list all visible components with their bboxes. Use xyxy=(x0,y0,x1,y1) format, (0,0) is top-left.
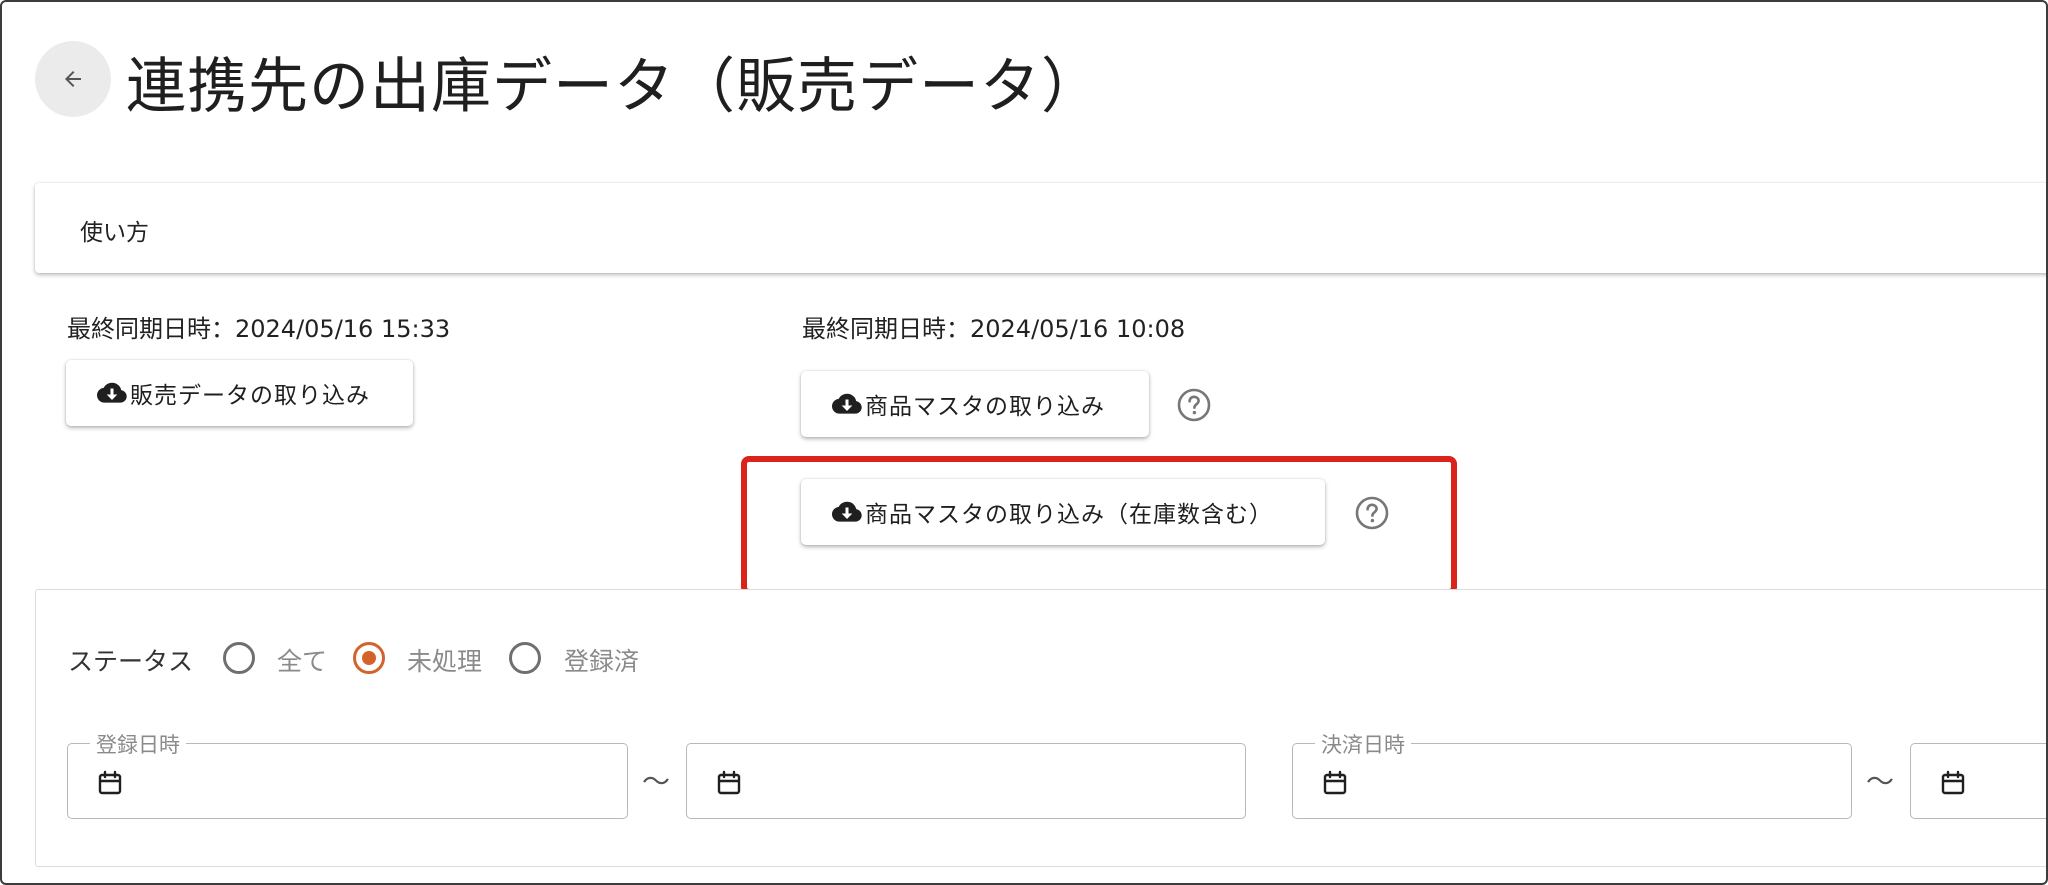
import-sales-button[interactable]: 販売データの取り込み xyxy=(66,360,413,426)
status-radio-registered[interactable] xyxy=(509,642,541,674)
arrow-left-icon xyxy=(65,71,81,87)
import-product-master-stock-label: 商品マスタの取り込み（在庫数含む） xyxy=(865,502,1273,528)
last-sync-products: 最終同期日時：2024/05/16 10:08 xyxy=(802,315,1186,343)
import-sales-label: 販売データの取り込み xyxy=(130,383,370,409)
registered-date-from-field[interactable]: 登録日時 xyxy=(67,729,628,819)
status-label: ステータス xyxy=(68,647,194,676)
settlement-date-label: 決済日時 xyxy=(1315,729,1411,759)
status-option-label: 登録済 xyxy=(564,647,640,676)
import-product-master-button[interactable]: 商品マスタの取り込み xyxy=(801,371,1149,437)
app-window: 連携先の出庫データ（販売データ） 使い方 最終同期日時：2024/05/16 1… xyxy=(0,0,2048,885)
help-circle-icon[interactable] xyxy=(1177,388,1211,422)
calendar-icon xyxy=(1941,770,1965,795)
back-button[interactable] xyxy=(35,41,111,117)
cloud-download-icon xyxy=(832,393,862,414)
status-radio-unprocessed[interactable] xyxy=(353,642,385,674)
status-radio-all[interactable] xyxy=(223,642,255,674)
registered-date-to-field[interactable] xyxy=(686,743,1246,819)
last-sync-sales: 最終同期日時：2024/05/16 15:33 xyxy=(67,315,451,343)
page-title: 連携先の出庫データ（販売データ） xyxy=(126,52,1102,122)
calendar-icon xyxy=(98,770,122,795)
range-separator: 〜 xyxy=(642,765,671,798)
howto-accordion[interactable]: 使い方 xyxy=(35,183,2046,273)
status-option-label: 未処理 xyxy=(407,647,483,676)
cloud-download-icon xyxy=(97,382,127,403)
import-product-master-label: 商品マスタの取り込み xyxy=(865,394,1105,420)
status-option-label: 全て xyxy=(277,647,328,676)
range-separator: 〜 xyxy=(1866,765,1895,798)
registered-date-label: 登録日時 xyxy=(90,729,186,759)
settlement-date-from-field[interactable]: 決済日時 xyxy=(1292,729,1852,819)
cloud-download-icon xyxy=(832,501,862,522)
import-product-master-stock-button[interactable]: 商品マスタの取り込み（在庫数含む） xyxy=(801,479,1325,545)
howto-label: 使い方 xyxy=(80,220,149,246)
settlement-date-to-field[interactable] xyxy=(1910,743,2046,819)
help-circle-icon[interactable] xyxy=(1355,496,1389,530)
filter-panel xyxy=(35,589,2046,867)
calendar-icon xyxy=(717,770,741,795)
calendar-icon xyxy=(1323,770,1347,795)
